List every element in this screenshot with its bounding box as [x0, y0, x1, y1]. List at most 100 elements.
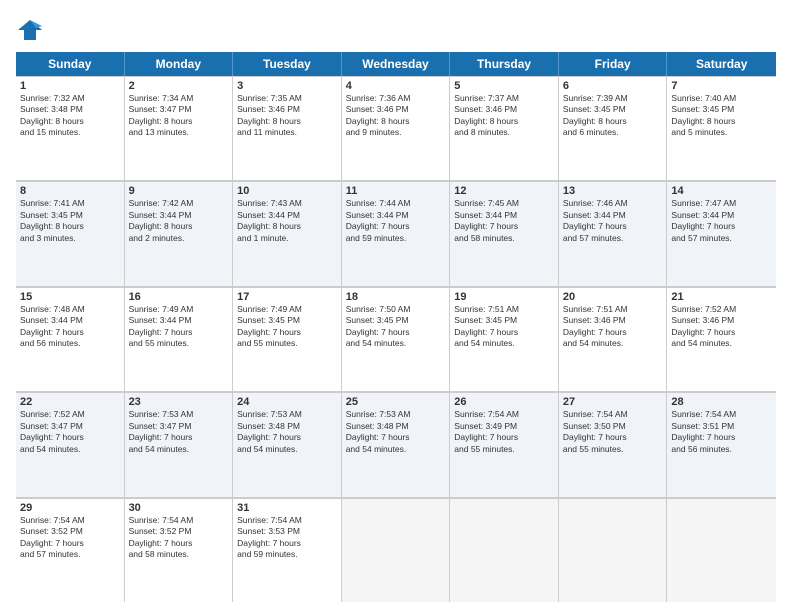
- day-number: 28: [671, 396, 772, 408]
- day-number: 16: [129, 291, 229, 303]
- cal-cell: [450, 499, 559, 602]
- cal-cell: 5Sunrise: 7:37 AMSunset: 3:46 PMDaylight…: [450, 77, 559, 180]
- day-info: Sunrise: 7:42 AMSunset: 3:44 PMDaylight:…: [129, 198, 229, 244]
- day-info: Sunrise: 7:54 AMSunset: 3:49 PMDaylight:…: [454, 409, 554, 455]
- cal-cell: 15Sunrise: 7:48 AMSunset: 3:44 PMDayligh…: [16, 288, 125, 391]
- cal-cell: 25Sunrise: 7:53 AMSunset: 3:48 PMDayligh…: [342, 393, 451, 496]
- day-number: 29: [20, 502, 120, 514]
- cal-cell: 4Sunrise: 7:36 AMSunset: 3:46 PMDaylight…: [342, 77, 451, 180]
- day-number: 3: [237, 80, 337, 92]
- cal-cell: 22Sunrise: 7:52 AMSunset: 3:47 PMDayligh…: [16, 393, 125, 496]
- cal-cell: 9Sunrise: 7:42 AMSunset: 3:44 PMDaylight…: [125, 182, 234, 285]
- cal-cell: 23Sunrise: 7:53 AMSunset: 3:47 PMDayligh…: [125, 393, 234, 496]
- day-number: 19: [454, 291, 554, 303]
- cal-cell: 14Sunrise: 7:47 AMSunset: 3:44 PMDayligh…: [667, 182, 776, 285]
- cal-cell: 13Sunrise: 7:46 AMSunset: 3:44 PMDayligh…: [559, 182, 668, 285]
- cal-cell: 1Sunrise: 7:32 AMSunset: 3:48 PMDaylight…: [16, 77, 125, 180]
- day-info: Sunrise: 7:54 AMSunset: 3:50 PMDaylight:…: [563, 409, 663, 455]
- day-header-tuesday: Tuesday: [233, 52, 342, 76]
- day-number: 22: [20, 396, 120, 408]
- day-number: 9: [129, 185, 229, 197]
- day-info: Sunrise: 7:32 AMSunset: 3:48 PMDaylight:…: [20, 93, 120, 139]
- day-number: 13: [563, 185, 663, 197]
- day-number: 24: [237, 396, 337, 408]
- cal-cell: 20Sunrise: 7:51 AMSunset: 3:46 PMDayligh…: [559, 288, 668, 391]
- cal-cell: 26Sunrise: 7:54 AMSunset: 3:49 PMDayligh…: [450, 393, 559, 496]
- logo-icon: [16, 16, 44, 44]
- cal-cell: 3Sunrise: 7:35 AMSunset: 3:46 PMDaylight…: [233, 77, 342, 180]
- day-info: Sunrise: 7:53 AMSunset: 3:48 PMDaylight:…: [237, 409, 337, 455]
- calendar: SundayMondayTuesdayWednesdayThursdayFrid…: [16, 52, 776, 602]
- day-number: 8: [20, 185, 120, 197]
- cal-cell: 31Sunrise: 7:54 AMSunset: 3:53 PMDayligh…: [233, 499, 342, 602]
- day-number: 11: [346, 185, 446, 197]
- day-info: Sunrise: 7:54 AMSunset: 3:52 PMDaylight:…: [129, 515, 229, 561]
- calendar-header: SundayMondayTuesdayWednesdayThursdayFrid…: [16, 52, 776, 76]
- cal-cell: 21Sunrise: 7:52 AMSunset: 3:46 PMDayligh…: [667, 288, 776, 391]
- cal-cell: [667, 499, 776, 602]
- day-number: 4: [346, 80, 446, 92]
- day-info: Sunrise: 7:34 AMSunset: 3:47 PMDaylight:…: [129, 93, 229, 139]
- day-number: 1: [20, 80, 120, 92]
- day-number: 7: [671, 80, 772, 92]
- day-info: Sunrise: 7:51 AMSunset: 3:45 PMDaylight:…: [454, 304, 554, 350]
- cal-cell: 12Sunrise: 7:45 AMSunset: 3:44 PMDayligh…: [450, 182, 559, 285]
- day-number: 5: [454, 80, 554, 92]
- day-info: Sunrise: 7:39 AMSunset: 3:45 PMDaylight:…: [563, 93, 663, 139]
- cal-cell: 8Sunrise: 7:41 AMSunset: 3:45 PMDaylight…: [16, 182, 125, 285]
- day-header-sunday: Sunday: [16, 52, 125, 76]
- cal-cell: 29Sunrise: 7:54 AMSunset: 3:52 PMDayligh…: [16, 499, 125, 602]
- cal-cell: 7Sunrise: 7:40 AMSunset: 3:45 PMDaylight…: [667, 77, 776, 180]
- day-header-monday: Monday: [125, 52, 234, 76]
- day-number: 25: [346, 396, 446, 408]
- day-number: 21: [671, 291, 772, 303]
- day-info: Sunrise: 7:54 AMSunset: 3:53 PMDaylight:…: [237, 515, 337, 561]
- logo: [16, 16, 48, 44]
- week-row-2: 8Sunrise: 7:41 AMSunset: 3:45 PMDaylight…: [16, 181, 776, 286]
- day-number: 27: [563, 396, 663, 408]
- cal-cell: 27Sunrise: 7:54 AMSunset: 3:50 PMDayligh…: [559, 393, 668, 496]
- cal-cell: 16Sunrise: 7:49 AMSunset: 3:44 PMDayligh…: [125, 288, 234, 391]
- day-number: 17: [237, 291, 337, 303]
- day-info: Sunrise: 7:35 AMSunset: 3:46 PMDaylight:…: [237, 93, 337, 139]
- day-info: Sunrise: 7:49 AMSunset: 3:44 PMDaylight:…: [129, 304, 229, 350]
- day-info: Sunrise: 7:37 AMSunset: 3:46 PMDaylight:…: [454, 93, 554, 139]
- day-number: 6: [563, 80, 663, 92]
- day-header-friday: Friday: [559, 52, 668, 76]
- cal-cell: [559, 499, 668, 602]
- day-info: Sunrise: 7:45 AMSunset: 3:44 PMDaylight:…: [454, 198, 554, 244]
- cal-cell: 10Sunrise: 7:43 AMSunset: 3:44 PMDayligh…: [233, 182, 342, 285]
- day-info: Sunrise: 7:52 AMSunset: 3:47 PMDaylight:…: [20, 409, 120, 455]
- cal-cell: 6Sunrise: 7:39 AMSunset: 3:45 PMDaylight…: [559, 77, 668, 180]
- day-number: 10: [237, 185, 337, 197]
- day-info: Sunrise: 7:53 AMSunset: 3:48 PMDaylight:…: [346, 409, 446, 455]
- day-number: 26: [454, 396, 554, 408]
- cal-cell: 2Sunrise: 7:34 AMSunset: 3:47 PMDaylight…: [125, 77, 234, 180]
- day-number: 18: [346, 291, 446, 303]
- cal-cell: 19Sunrise: 7:51 AMSunset: 3:45 PMDayligh…: [450, 288, 559, 391]
- day-info: Sunrise: 7:50 AMSunset: 3:45 PMDaylight:…: [346, 304, 446, 350]
- day-number: 30: [129, 502, 229, 514]
- day-info: Sunrise: 7:53 AMSunset: 3:47 PMDaylight:…: [129, 409, 229, 455]
- day-info: Sunrise: 7:43 AMSunset: 3:44 PMDaylight:…: [237, 198, 337, 244]
- day-number: 20: [563, 291, 663, 303]
- day-info: Sunrise: 7:51 AMSunset: 3:46 PMDaylight:…: [563, 304, 663, 350]
- day-number: 23: [129, 396, 229, 408]
- day-number: 2: [129, 80, 229, 92]
- day-info: Sunrise: 7:44 AMSunset: 3:44 PMDaylight:…: [346, 198, 446, 244]
- day-number: 15: [20, 291, 120, 303]
- day-info: Sunrise: 7:52 AMSunset: 3:46 PMDaylight:…: [671, 304, 772, 350]
- cal-cell: [342, 499, 451, 602]
- calendar-body: 1Sunrise: 7:32 AMSunset: 3:48 PMDaylight…: [16, 76, 776, 602]
- day-info: Sunrise: 7:46 AMSunset: 3:44 PMDaylight:…: [563, 198, 663, 244]
- day-header-saturday: Saturday: [667, 52, 776, 76]
- cal-cell: 24Sunrise: 7:53 AMSunset: 3:48 PMDayligh…: [233, 393, 342, 496]
- header: [16, 16, 776, 44]
- week-row-3: 15Sunrise: 7:48 AMSunset: 3:44 PMDayligh…: [16, 287, 776, 392]
- day-info: Sunrise: 7:41 AMSunset: 3:45 PMDaylight:…: [20, 198, 120, 244]
- day-info: Sunrise: 7:47 AMSunset: 3:44 PMDaylight:…: [671, 198, 772, 244]
- day-number: 31: [237, 502, 337, 514]
- cal-cell: 17Sunrise: 7:49 AMSunset: 3:45 PMDayligh…: [233, 288, 342, 391]
- day-number: 12: [454, 185, 554, 197]
- day-info: Sunrise: 7:40 AMSunset: 3:45 PMDaylight:…: [671, 93, 772, 139]
